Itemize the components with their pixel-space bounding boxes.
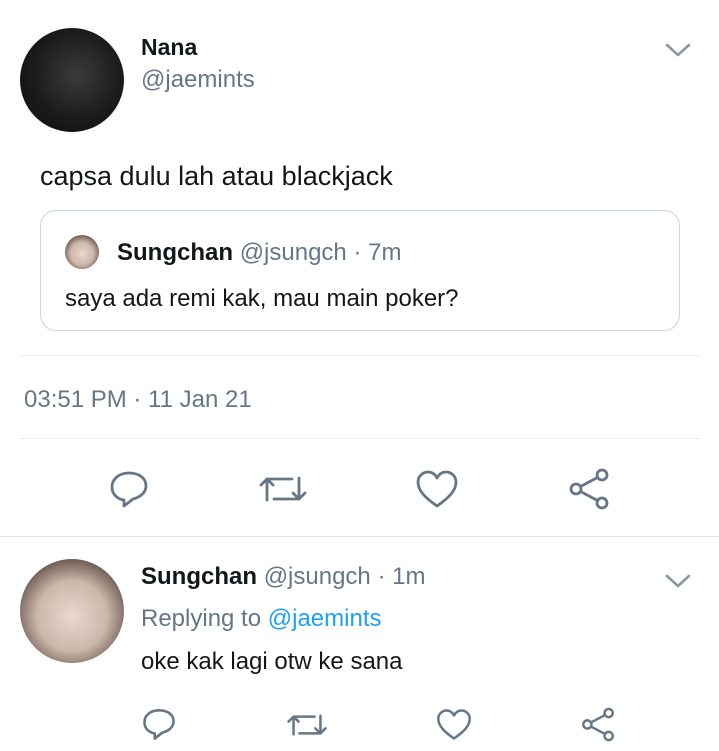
chevron-down-icon[interactable] [664, 571, 692, 591]
divider [20, 355, 700, 356]
divider [20, 438, 700, 439]
reply-handle[interactable]: @jsungch [264, 563, 371, 590]
quoted-display-name: Sungchan [117, 239, 234, 266]
reply-author-avatar[interactable] [20, 559, 124, 663]
reply-text: oke kak lagi otw ke sana [141, 648, 403, 675]
reply-icon[interactable] [108, 468, 150, 510]
tweet-text: capsa dulu lah atau blackjack [40, 161, 393, 191]
divider [0, 536, 719, 537]
like-icon[interactable] [435, 707, 473, 742]
replying-to-handle[interactable]: @jaemints [268, 605, 382, 632]
share-icon[interactable] [580, 707, 616, 742]
chevron-down-icon[interactable] [664, 40, 692, 60]
reply-icon[interactable] [141, 706, 177, 742]
like-icon[interactable] [414, 468, 460, 510]
quoted-time: · 7m [353, 239, 402, 266]
quoted-author-avatar [65, 235, 99, 269]
author-display-name[interactable]: Nana [141, 34, 197, 61]
share-icon[interactable] [567, 468, 611, 510]
quoted-handle: @jsungch [239, 239, 347, 266]
replying-to-label: Replying to [141, 605, 262, 632]
reply-display-name[interactable]: Sungchan [141, 563, 257, 590]
retweet-icon[interactable] [258, 470, 308, 508]
quoted-tweet-text: saya ada remi kak, mau main poker? [65, 285, 459, 312]
reply-time: · 1m [377, 563, 426, 590]
retweet-icon[interactable] [286, 709, 328, 741]
author-avatar[interactable] [20, 28, 124, 132]
quoted-tweet[interactable]: Sungchan @jsungch · 7m saya ada remi kak… [40, 210, 680, 331]
tweet-timestamp[interactable]: 03:51 PM · 11 Jan 21 [24, 386, 252, 414]
author-handle[interactable]: @jaemints [141, 66, 255, 94]
